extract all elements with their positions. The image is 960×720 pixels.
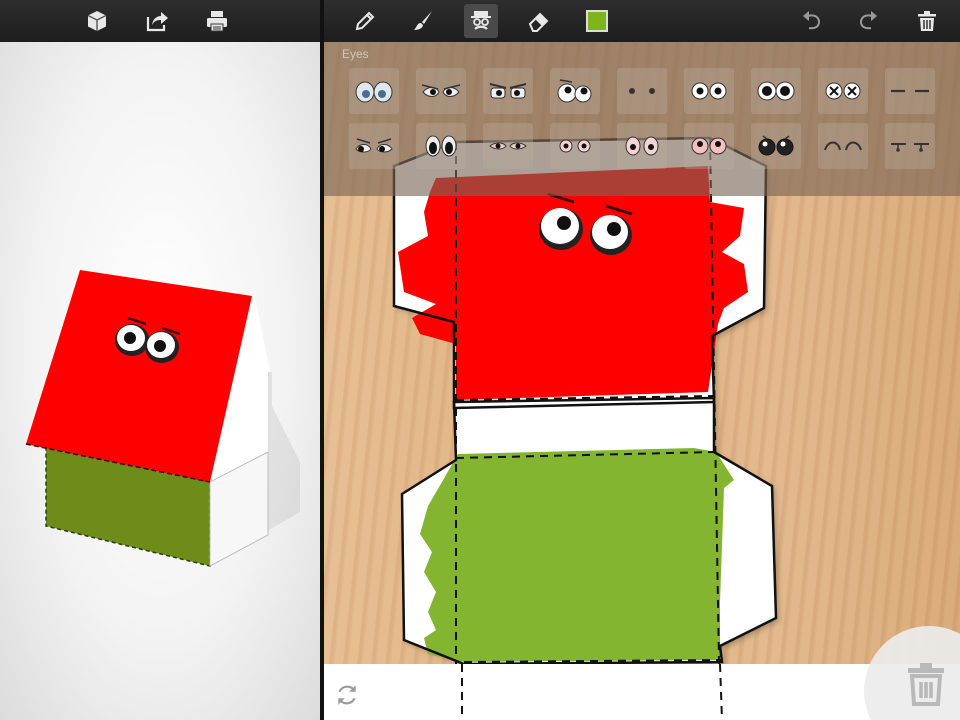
house-3d-model[interactable] (0, 42, 320, 720)
trash-icon (908, 663, 944, 706)
eyes-angry-squint[interactable] (483, 68, 533, 114)
eyes-red-small[interactable] (550, 123, 600, 169)
color-picker-button[interactable] (580, 4, 614, 38)
eyes-arch-happy[interactable] (818, 123, 868, 169)
cube-icon[interactable] (80, 4, 114, 38)
eyes-red-oval[interactable] (617, 123, 667, 169)
eyes-side-glance[interactable] (349, 123, 399, 169)
eyes-x-dead[interactable] (818, 68, 868, 114)
preview-toolbar (0, 0, 320, 42)
eyes-grid (342, 64, 945, 174)
eyes-oval-dark[interactable] (416, 123, 466, 169)
eyes-angry-narrow[interactable] (416, 68, 466, 114)
eraser-icon[interactable] (522, 4, 556, 38)
share-icon[interactable] (140, 4, 174, 38)
paper-net-canvas[interactable]: Eyes (324, 42, 960, 720)
eyes-blue-worried[interactable] (349, 68, 399, 114)
eyes-pink-round[interactable] (684, 123, 734, 169)
eyes-black-shiny[interactable] (751, 123, 801, 169)
eyes-dash-closed[interactable] (885, 68, 935, 114)
refresh-icon[interactable] (334, 682, 364, 712)
undo-icon[interactable] (794, 4, 828, 38)
redo-icon[interactable] (852, 4, 886, 38)
eyes-dots-small[interactable] (617, 68, 667, 114)
brush-icon[interactable] (406, 4, 440, 38)
editor-toolbar (324, 0, 960, 42)
model-preview-pane[interactable] (0, 42, 320, 720)
print-icon[interactable] (200, 4, 234, 38)
app-window: Eyes (0, 0, 960, 720)
face-stamp-icon[interactable] (464, 4, 498, 38)
eyes-round-big[interactable] (751, 68, 801, 114)
pencil-icon[interactable] (348, 4, 382, 38)
eyes-panel-title: Eyes (342, 47, 369, 61)
eyes-stamp-panel: Eyes (324, 42, 960, 196)
eyes-googly-up[interactable] (550, 68, 600, 114)
eyes-red-slit[interactable] (483, 123, 533, 169)
eyes-round-open[interactable] (684, 68, 734, 114)
eyes-sleepy-lashes[interactable] (885, 123, 935, 169)
current-color-swatch (586, 10, 608, 32)
trash-icon[interactable] (910, 4, 944, 38)
